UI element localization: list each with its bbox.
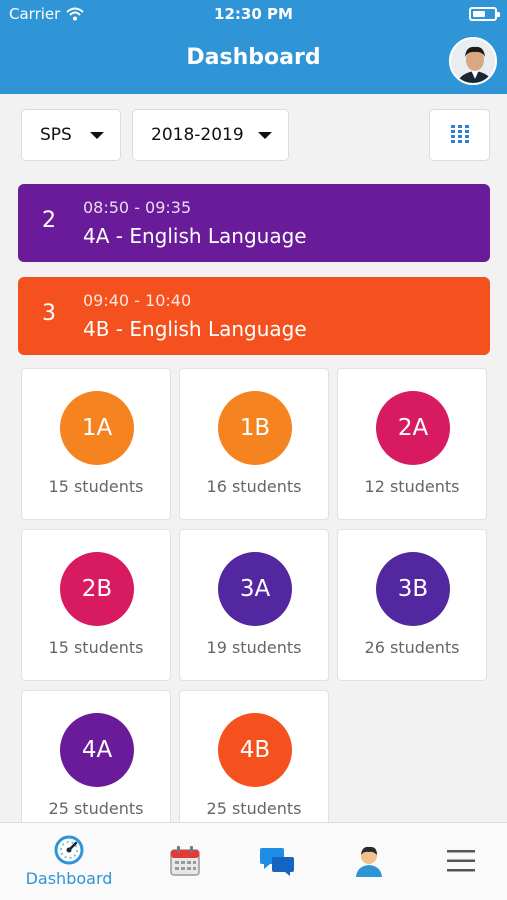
- class-card[interactable]: 3A 19 students: [179, 529, 329, 681]
- lesson-time: 08:50 - 09:35: [83, 198, 192, 217]
- bottom-tab-bar: Dashboard: [0, 822, 507, 900]
- grid-icon: [450, 125, 469, 143]
- avatar-portrait-icon: [451, 39, 495, 83]
- class-card[interactable]: 1B 16 students: [179, 368, 329, 520]
- lesson-card[interactable]: 2 08:50 - 09:35 4A - English Language: [18, 184, 490, 262]
- class-card[interactable]: 2A 12 students: [337, 368, 487, 520]
- class-student-count: 16 students: [206, 477, 302, 496]
- class-badge: 2A: [376, 391, 450, 465]
- tab-menu[interactable]: [436, 823, 486, 900]
- calendar-icon: [170, 846, 200, 876]
- class-student-count: 25 students: [206, 799, 302, 818]
- school-dropdown[interactable]: SPS: [21, 109, 121, 161]
- year-dropdown-value: 2018-2019: [151, 125, 244, 145]
- class-card[interactable]: 4A 25 students: [21, 690, 171, 842]
- class-badge: 3B: [376, 552, 450, 626]
- lesson-period-number: 3: [42, 301, 56, 326]
- status-time: 12:30 PM: [214, 5, 293, 23]
- app-header: Carrier 12:30 PM Dashboard: [0, 0, 507, 94]
- tab-dashboard-label: Dashboard: [25, 869, 113, 888]
- dashboard-gauge-icon: [54, 835, 84, 865]
- class-student-count: 19 students: [206, 638, 302, 657]
- tab-dashboard[interactable]: Dashboard: [14, 823, 124, 900]
- class-student-count: 12 students: [364, 477, 460, 496]
- page-title: Dashboard: [186, 45, 321, 70]
- school-dropdown-value: SPS: [40, 125, 72, 145]
- lesson-time: 09:40 - 10:40: [83, 291, 192, 310]
- tab-profile[interactable]: [344, 823, 394, 900]
- class-badge: 3A: [218, 552, 292, 626]
- chat-icon: [260, 848, 294, 876]
- battery-level: [473, 11, 485, 17]
- chevron-down-icon: [258, 132, 272, 139]
- year-dropdown[interactable]: 2018-2019: [132, 109, 289, 161]
- lesson-period-number: 2: [42, 208, 56, 233]
- grid-view-button[interactable]: [429, 109, 490, 161]
- status-bar: Carrier 12:30 PM: [0, 0, 507, 30]
- lesson-title: 4B - English Language: [83, 317, 307, 341]
- class-card[interactable]: 1A 15 students: [21, 368, 171, 520]
- class-card[interactable]: 4B 25 students: [179, 690, 329, 842]
- class-student-count: 15 students: [48, 477, 144, 496]
- profile-icon: [356, 846, 382, 877]
- class-badge: 4A: [60, 713, 134, 787]
- battery-icon: [469, 7, 500, 21]
- class-student-count: 26 students: [364, 638, 460, 657]
- tab-messages[interactable]: [252, 823, 302, 900]
- user-avatar[interactable]: [449, 37, 497, 85]
- lesson-title: 4A - English Language: [83, 224, 307, 248]
- class-card[interactable]: 2B 15 students: [21, 529, 171, 681]
- class-card[interactable]: 3B 26 students: [337, 529, 487, 681]
- chevron-down-icon: [90, 132, 104, 139]
- class-badge: 1B: [218, 391, 292, 465]
- class-badge: 2B: [60, 552, 134, 626]
- menu-icon: [447, 850, 475, 872]
- class-badge: 4B: [218, 713, 292, 787]
- class-student-count: 15 students: [48, 638, 144, 657]
- class-student-count: 25 students: [48, 799, 144, 818]
- tab-calendar[interactable]: [160, 823, 210, 900]
- class-badge: 1A: [60, 391, 134, 465]
- lesson-card[interactable]: 3 09:40 - 10:40 4B - English Language: [18, 277, 490, 355]
